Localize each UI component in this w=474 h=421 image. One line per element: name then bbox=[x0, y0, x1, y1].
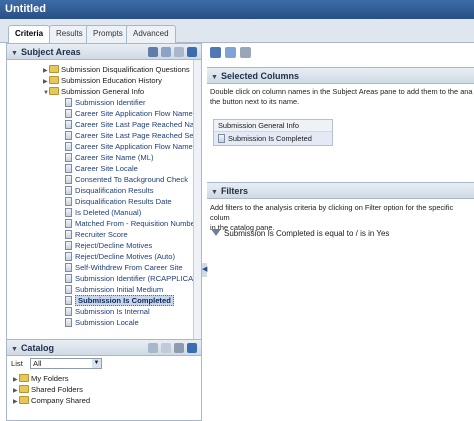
column-icon bbox=[65, 131, 72, 140]
column-item[interactable]: Submission Locale bbox=[65, 317, 139, 328]
column-item[interactable]: Submission Identifier bbox=[65, 97, 146, 108]
right-pane: ▼ Selected Columns Double click on column… bbox=[207, 43, 474, 421]
column-icon bbox=[65, 164, 72, 173]
collapse-triangle-icon[interactable]: ▼ bbox=[11, 50, 18, 57]
column-item[interactable]: Submission Initial Medium bbox=[65, 284, 163, 295]
filter-item[interactable]: Submission Is Completed is equal to / is… bbox=[211, 229, 389, 238]
column-icon bbox=[65, 230, 72, 239]
selected-column-group[interactable]: Submission General Info Submission Is Co… bbox=[213, 119, 333, 146]
tree-folder-expanded[interactable]: ▼ Submission General Info bbox=[43, 86, 144, 97]
tab-results[interactable]: Results bbox=[49, 25, 90, 43]
chevron-down-icon[interactable]: ▼ bbox=[92, 359, 101, 368]
catalog-folder[interactable]: ▶ Company Shared bbox=[13, 395, 90, 406]
column-icon bbox=[65, 307, 72, 316]
folder-icon bbox=[49, 65, 59, 73]
column-item-selected[interactable]: Submission Is Completed bbox=[65, 295, 174, 306]
column-item[interactable]: Reject/Decline Motives (Auto) bbox=[65, 251, 175, 262]
criteria-toolbar bbox=[207, 47, 251, 61]
column-item[interactable]: Reject/Decline Motives bbox=[65, 240, 152, 251]
window-title: Untitled bbox=[0, 0, 474, 19]
selected-column-item[interactable]: Submission Is Completed bbox=[214, 132, 332, 145]
column-icon bbox=[65, 208, 72, 217]
tree-folder[interactable]: ▶ Submission Disqualification Questions bbox=[43, 64, 190, 75]
column-item[interactable]: Career Site Locale bbox=[65, 163, 138, 174]
catalog-folder[interactable]: ▶ Shared Folders bbox=[13, 384, 83, 395]
column-icon bbox=[65, 109, 72, 118]
column-item[interactable]: Career Site Last Page Reached Sequence bbox=[65, 130, 201, 141]
column-icon bbox=[65, 318, 72, 327]
selected-columns-hint: Double click on column names in the Subj… bbox=[210, 87, 473, 106]
tab-advanced[interactable]: Advanced bbox=[126, 25, 176, 43]
catalog-header: ▼ Catalog bbox=[6, 339, 202, 356]
sort-icon[interactable] bbox=[225, 47, 236, 58]
view-options-icon[interactable] bbox=[187, 343, 197, 353]
tree-scrollbar[interactable] bbox=[193, 60, 201, 383]
column-item[interactable]: Career Site Application Flow Name (ML) bbox=[65, 141, 201, 152]
column-item[interactable]: Career Site Last Page Reached Name (BL) bbox=[65, 119, 201, 130]
column-icon bbox=[65, 142, 72, 151]
funnel-icon bbox=[211, 229, 221, 236]
column-item[interactable]: Submission Identifier (RCAPPLICATION bbox=[65, 273, 201, 284]
catalog-folder[interactable]: ▶ My Folders bbox=[13, 373, 69, 384]
column-icon bbox=[65, 197, 72, 206]
column-item[interactable]: Matched From - Requisition Number bbox=[65, 218, 197, 229]
search-icon[interactable] bbox=[148, 47, 158, 57]
catalog-list: List All ▼ ▶ My Folders ▶ Shared Folders ▶… bbox=[6, 356, 202, 421]
tab-prompts[interactable]: Prompts bbox=[86, 25, 130, 43]
column-icon bbox=[65, 241, 72, 250]
list-filter-select[interactable]: All ▼ bbox=[30, 358, 102, 369]
folder-icon bbox=[19, 374, 29, 382]
column-item[interactable]: Self-Withdrew From Career Site bbox=[65, 262, 183, 273]
column-icon bbox=[218, 134, 225, 143]
column-item[interactable]: Career Site Name (ML) bbox=[65, 152, 154, 163]
column-icon bbox=[65, 274, 72, 283]
column-icon bbox=[65, 285, 72, 294]
column-icon bbox=[65, 153, 72, 162]
edit-icon[interactable] bbox=[174, 343, 184, 353]
column-item[interactable]: Disqualification Results Date bbox=[65, 196, 172, 207]
tree-folder[interactable]: ▶ Submission Education History bbox=[43, 75, 162, 86]
subject-areas-tree: ▶ Submission Disqualification Questions ▶… bbox=[6, 60, 202, 384]
catalog-title: Catalog bbox=[20, 343, 54, 353]
folder-icon bbox=[49, 76, 59, 84]
folder-icon bbox=[19, 385, 29, 393]
collapse-triangle-icon[interactable]: ▼ bbox=[211, 74, 218, 81]
column-icon bbox=[65, 98, 72, 107]
add-to-criteria-icon[interactable] bbox=[148, 343, 158, 353]
view-options-icon[interactable] bbox=[187, 47, 197, 57]
folder-icon bbox=[49, 87, 59, 95]
add-icon[interactable] bbox=[161, 47, 171, 57]
column-item[interactable]: Submission Is Internal bbox=[65, 306, 150, 317]
collapse-triangle-icon[interactable]: ▼ bbox=[11, 346, 18, 353]
column-item[interactable]: Disqualification Results bbox=[65, 185, 154, 196]
left-pane: ▼ Subject Areas ▶ Submission Disqualificat… bbox=[6, 43, 202, 421]
refresh-icon[interactable] bbox=[161, 343, 171, 353]
folder-icon bbox=[19, 396, 29, 404]
filters-header: ▼ Filters bbox=[207, 182, 474, 199]
properties-icon[interactable] bbox=[240, 47, 251, 58]
list-label: List bbox=[11, 359, 23, 368]
column-group-title: Submission General Info bbox=[214, 120, 332, 132]
refresh-icon[interactable] bbox=[174, 47, 184, 57]
column-item[interactable]: Recruiter Score bbox=[65, 229, 128, 240]
tab-criteria[interactable]: Criteria bbox=[8, 25, 51, 44]
collapse-triangle-icon[interactable]: ▼ bbox=[211, 189, 218, 196]
subject-areas-header: ▼ Subject Areas bbox=[6, 43, 202, 60]
column-icon bbox=[65, 252, 72, 261]
column-icon bbox=[65, 186, 72, 195]
filter-icon[interactable] bbox=[210, 47, 221, 58]
column-item[interactable]: Consented To Background Check bbox=[65, 174, 188, 185]
subject-areas-title: Subject Areas bbox=[20, 47, 81, 57]
column-icon bbox=[65, 120, 72, 129]
tab-bar: Criteria Results Prompts Advanced bbox=[0, 19, 474, 44]
column-icon bbox=[65, 296, 72, 305]
column-icon bbox=[65, 219, 72, 228]
column-item[interactable]: Career Site Application Flow Name (BL) bbox=[65, 108, 201, 119]
selected-columns-header: ▼ Selected Columns bbox=[207, 67, 474, 84]
column-icon bbox=[65, 175, 72, 184]
column-icon bbox=[65, 263, 72, 272]
column-item[interactable]: Is Deleted (Manual) bbox=[65, 207, 141, 218]
